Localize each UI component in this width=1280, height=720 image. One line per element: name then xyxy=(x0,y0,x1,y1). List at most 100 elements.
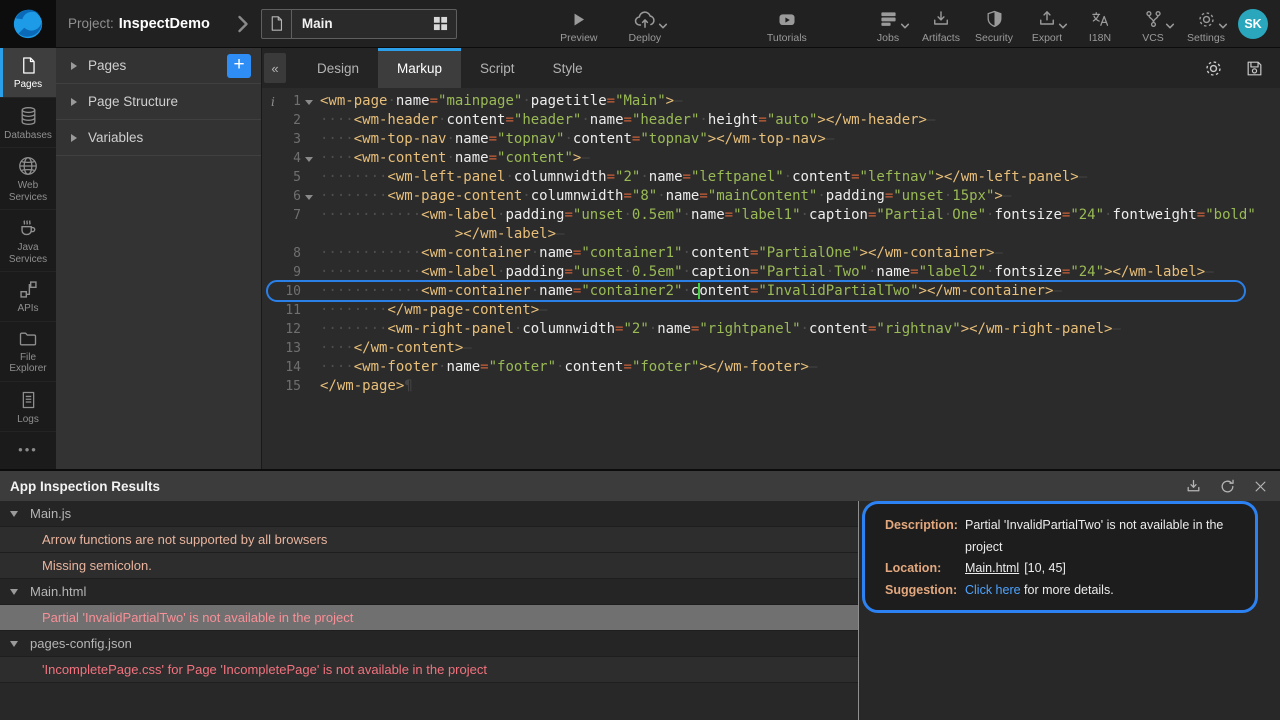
chevron-right-icon[interactable] xyxy=(236,14,249,34)
sidebar-item-label: Java Services xyxy=(2,242,54,265)
location-file-link[interactable]: Main.html xyxy=(965,561,1019,575)
tooltip-suggestion-value: Click here for more details. xyxy=(965,580,1239,602)
click-here-link[interactable]: Click here xyxy=(965,583,1021,597)
inspection-issue-text: Arrow functions are not supported by all… xyxy=(42,532,327,547)
refresh-icon[interactable] xyxy=(1219,478,1236,495)
line-number: 13 xyxy=(281,339,301,358)
code-text: ········<wm-page-content·columnwidth="8"… xyxy=(320,187,1011,206)
code-line[interactable]: 11········</wm-page-content>– xyxy=(262,301,1280,320)
explorer-section-label: Pages xyxy=(88,58,126,73)
topbar-jobs-button[interactable]: Jobs xyxy=(866,4,910,44)
explorer-section-pages[interactable]: Pages + xyxy=(56,48,261,84)
editor-area: « DesignMarkupScriptStyle i1<wm-page·nam… xyxy=(262,48,1280,469)
code-text: ············<wm-container·name="containe… xyxy=(320,244,1003,263)
topbar-deploy-button[interactable]: Deploy xyxy=(623,4,667,44)
code-text: ····<wm-footer·name="footer"·content="fo… xyxy=(320,358,817,377)
left-icon-sidebar: Pages DatabasesWeb Services Java Services A… xyxy=(0,48,56,469)
branch-icon xyxy=(1143,9,1164,29)
tooltip-description-label: Description: xyxy=(885,515,965,558)
sidebar-item-java-services[interactable]: Java Services xyxy=(0,210,56,272)
inspection-group-header[interactable]: Main.js xyxy=(0,501,858,527)
fold-caret-icon[interactable] xyxy=(305,195,313,200)
code-line[interactable]: 10············<wm-container·name="contai… xyxy=(262,282,1280,301)
user-avatar[interactable]: SK xyxy=(1238,9,1268,39)
topbar-settings-button[interactable]: Settings xyxy=(1184,4,1228,44)
add-page-button[interactable]: + xyxy=(227,54,251,78)
info-marker-icon: i xyxy=(271,93,275,112)
sidebar-item-apis[interactable]: APIs xyxy=(0,272,56,322)
tab-design[interactable]: Design xyxy=(298,48,378,88)
save-icon[interactable] xyxy=(1245,59,1264,78)
inspection-group-header[interactable]: pages-config.json xyxy=(0,631,858,657)
code-line[interactable]: 14 ····<wm-footer·name="footer"·content="… xyxy=(262,358,1280,377)
topbar-export-label: Export xyxy=(1032,33,1062,44)
pages-icon xyxy=(19,55,38,76)
code-text: <wm-page·name="mainpage"·pagetitle="Main… xyxy=(320,92,683,111)
inspection-group-header[interactable]: Main.html xyxy=(0,579,858,605)
sidebar-more-button[interactable]: ••• xyxy=(0,442,56,457)
gear-icon xyxy=(1196,9,1217,30)
topbar-export-button[interactable]: Export xyxy=(1025,4,1069,44)
export-icon xyxy=(1037,9,1057,29)
code-line[interactable]: 12········<wm-right-panel·columnwidth="2… xyxy=(262,320,1280,339)
grid-view-icon[interactable] xyxy=(426,16,456,31)
explorer-section-label: Page Structure xyxy=(88,94,178,109)
sidebar-item-databases[interactable]: Databases xyxy=(0,98,56,149)
code-line[interactable]: 4····<wm-content·name="content">– xyxy=(262,149,1280,168)
line-gutter: i1 xyxy=(262,92,320,111)
gear-icon[interactable] xyxy=(1203,58,1224,79)
collapse-panel-button[interactable]: « xyxy=(264,53,286,83)
line-gutter: 2 xyxy=(262,111,320,130)
wavemaker-logo[interactable] xyxy=(0,0,56,47)
topbar-artifacts-button[interactable]: Artifacts xyxy=(919,4,963,44)
topbar-preview-button[interactable]: Preview xyxy=(557,4,601,44)
topbar-vcs-button[interactable]: VCS xyxy=(1131,4,1175,44)
inspection-issue[interactable]: Missing semicolon. xyxy=(0,553,858,579)
tab-style[interactable]: Style xyxy=(534,48,602,88)
code-line[interactable]: 8············<wm-container·name="contain… xyxy=(262,244,1280,263)
topbar-security-button[interactable]: Security xyxy=(972,4,1016,44)
topbar-actions: Preview Deploy Tutorials xyxy=(557,4,809,44)
code-line[interactable]: 9············<wm-label·padding="unset·0.… xyxy=(262,263,1280,282)
project-name: Project:InspectDemo xyxy=(68,16,210,32)
fold-caret-icon[interactable] xyxy=(305,157,313,162)
sidebar-item-file-explorer[interactable]: File Explorer xyxy=(0,322,56,382)
sidebar-item-label: APIs xyxy=(17,303,38,315)
sidebar-item-label: Pages xyxy=(14,79,42,91)
main-area: Pages DatabasesWeb Services Java Services A… xyxy=(0,48,1280,469)
topbar-i18n-button[interactable]: I18N xyxy=(1078,4,1122,44)
code-line[interactable]: 6········<wm-page-content·columnwidth="8… xyxy=(262,187,1280,206)
markup-code-editor[interactable]: i1<wm-page·name="mainpage"·pagetitle="Ma… xyxy=(262,88,1280,469)
code-line[interactable]: 5········<wm-left-panel·columnwidth="2"·… xyxy=(262,168,1280,187)
explorer-section-page-structure[interactable]: Page Structure xyxy=(56,84,261,120)
code-line[interactable]: i1<wm-page·name="mainpage"·pagetitle="Ma… xyxy=(262,92,1280,111)
inspection-group-file: Main.html xyxy=(30,584,86,599)
topbar-tutorials-button[interactable]: Tutorials xyxy=(765,4,809,44)
explorer-section-variables[interactable]: Variables xyxy=(56,120,261,156)
code-line[interactable]: 13····</wm-content>– xyxy=(262,339,1280,358)
video-icon xyxy=(776,10,798,29)
chevron-down-icon xyxy=(1218,22,1228,30)
close-icon[interactable] xyxy=(1253,479,1268,494)
inspection-issue[interactable]: 'IncompletePage.css' for Page 'Incomplet… xyxy=(0,657,858,683)
line-number: 14 xyxy=(281,358,301,377)
tab-script[interactable]: Script xyxy=(461,48,534,88)
code-line[interactable]: 15</wm-page>¶ xyxy=(262,377,1280,396)
fold-caret-icon[interactable] xyxy=(305,100,313,105)
play-icon xyxy=(569,10,588,29)
sidebar-item-web-services[interactable]: Web Services xyxy=(0,148,56,210)
line-gutter: 5 xyxy=(262,168,320,187)
tooltip-suggestion-label: Suggestion: xyxy=(885,580,965,602)
sidebar-item-pages[interactable]: Pages xyxy=(0,48,56,98)
page-selector[interactable]: Main xyxy=(261,9,457,39)
download-icon[interactable] xyxy=(1185,478,1202,495)
tab-markup[interactable]: Markup xyxy=(378,48,461,88)
line-gutter: 8 xyxy=(262,244,320,263)
inspection-issue[interactable]: Partial 'InvalidPartialTwo' is not avail… xyxy=(0,605,858,631)
code-line[interactable]: 2····<wm-header·content="header"·name="h… xyxy=(262,111,1280,130)
code-line[interactable]: 3····<wm-top-nav·name="topnav"·content="… xyxy=(262,130,1280,149)
inspection-issue[interactable]: Arrow functions are not supported by all… xyxy=(0,527,858,553)
code-line[interactable]: 7············<wm-label·padding="unset·0.… xyxy=(262,206,1280,244)
chevron-down-icon xyxy=(900,22,910,30)
sidebar-item-logs[interactable]: Logs xyxy=(0,382,56,433)
